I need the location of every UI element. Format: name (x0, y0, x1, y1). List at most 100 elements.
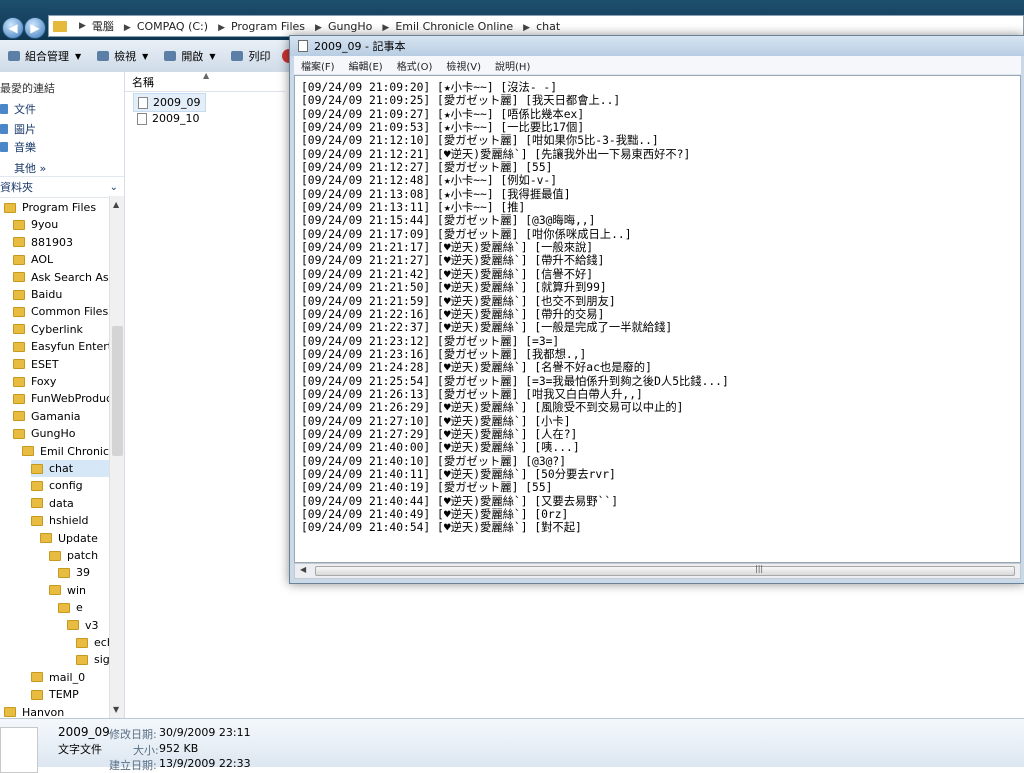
tree-item-folder[interactable]: Gamania (13, 408, 109, 425)
file-row[interactable]: 2009_10 (133, 110, 204, 127)
chat-line: [09/24/09 21:24:28] [♥逆天)愛麗絲`] [名譽不好ac也是… (301, 361, 652, 375)
tree-item-folder[interactable]: AOL (13, 251, 109, 268)
chat-line: [09/24/09 21:12:21] [♥逆天)愛麗絲`] [先讓我外出一下易… (301, 147, 691, 161)
tree-item-folder[interactable]: Update (40, 530, 109, 547)
scroll-left-arrow-icon[interactable]: ◀ (300, 565, 306, 574)
tree-item-folder[interactable]: v3 (67, 617, 109, 634)
tree-item-label: chat (49, 462, 74, 475)
views-icon (97, 51, 110, 61)
tree-item-folder[interactable]: FunWebProducts (13, 390, 109, 407)
chevron-right-icon[interactable]: ▶ (523, 23, 530, 33)
tree-item-folder[interactable]: patch (49, 547, 109, 564)
scroll-up-arrow-icon[interactable]: ▲ (113, 200, 119, 209)
folder-icon (13, 428, 25, 439)
chevron-right-icon: ▶ (79, 21, 86, 31)
menu-item[interactable]: 檔案(F) (294, 58, 342, 73)
chevron-right-icon[interactable]: ▶ (124, 23, 131, 33)
tree-item-label: config (49, 479, 83, 493)
tree-item-folder[interactable]: mail_0 (31, 669, 109, 686)
tree-item-folder[interactable]: sign_ (76, 651, 109, 668)
folder-icon (13, 341, 25, 352)
folder-icon (53, 20, 67, 32)
tree-item-label: Gamania (31, 409, 81, 423)
folder-icon (4, 202, 16, 213)
tree-item-folder[interactable]: win (49, 582, 109, 599)
music-icon (0, 142, 8, 152)
tree-item-folder[interactable]: 9you (13, 216, 109, 233)
forward-arrow-icon[interactable]: ▶ (24, 17, 46, 39)
print-button[interactable]: 列印 (223, 40, 278, 72)
tree-item-folder[interactable]: GungHo (13, 425, 109, 442)
tree-item-folder[interactable]: Common Files (13, 303, 109, 320)
folder-icon (13, 219, 25, 230)
tree-item-folder[interactable]: chat (31, 460, 109, 477)
notepad-title-bar[interactable]: 2009_09 - 記事本 (290, 36, 1024, 56)
tree-item-label: Ask Search Assistant (31, 270, 109, 284)
folder-icon (13, 359, 25, 370)
tree-item-label: echo (94, 636, 109, 649)
more-link[interactable]: 其他 » (14, 160, 46, 176)
tree-item-folder[interactable]: hshield (31, 512, 109, 529)
tree-item-folder[interactable]: Hanvon (4, 704, 109, 718)
chat-line: [09/24/09 21:40:00] [♥逆天)愛麗絲`] [咦...] (301, 441, 580, 455)
tree-item-folder[interactable]: Program Files (4, 199, 109, 216)
tree-item-label: TEMP (49, 688, 79, 702)
organize-button[interactable]: 組合管理 ▼ (0, 40, 89, 72)
tree-item-folder[interactable]: ESET (13, 356, 109, 373)
breadcrumb-item[interactable]: 電腦 (92, 20, 114, 33)
tree-item-label: win (67, 583, 87, 597)
breadcrumb-item[interactable]: Emil Chronicle Online (395, 20, 513, 33)
folders-section-header[interactable]: 資料夾 ⌄ (0, 176, 124, 198)
chevron-right-icon[interactable]: ▶ (315, 23, 322, 33)
menu-item[interactable]: 編輯(E) (342, 58, 390, 73)
breadcrumb-item[interactable]: chat (536, 20, 560, 33)
menu-item[interactable]: 檢視(V) (439, 58, 488, 73)
chat-line: [09/24/09 21:23:12] [愛ガゼット麗] [=3=] (301, 334, 560, 348)
tree-item-label: 39 (76, 566, 90, 580)
tree-item-folder[interactable]: Baidu (13, 286, 109, 303)
tree-item-label: patch (67, 549, 99, 562)
navigation-scrollbar[interactable]: ▲ ▼ (109, 196, 124, 718)
tree-item-folder[interactable]: Emil Chronicle Online (22, 443, 109, 460)
organize-label: 組合管理 (25, 50, 69, 63)
tree-item-folder[interactable]: config (31, 477, 109, 494)
notepad-window[interactable]: 2009_09 - 記事本 檔案(F) 編輯(E) 格式(O) 檢視(V) 說明(H) … (289, 35, 1024, 584)
folder-icon (40, 533, 52, 544)
folder-icon (13, 324, 25, 335)
chat-line: [09/24/09 21:26:13] [愛ガゼット麗] [咁我又白白帶人升,,… (301, 387, 643, 401)
tree-item-label: Emil Chronicle Online (40, 444, 109, 458)
tree-item-folder[interactable]: echo (76, 634, 109, 651)
back-arrow-icon[interactable]: ◀ (2, 17, 24, 39)
tree-item-folder[interactable]: TEMP (31, 686, 109, 703)
menu-item[interactable]: 說明(H) (488, 58, 537, 73)
scrollbar-thumb[interactable] (112, 326, 123, 456)
tree-item-folder[interactable]: 39 (58, 564, 109, 581)
scrollbar-thumb[interactable] (315, 566, 1015, 576)
column-header-name[interactable]: 名稱 ▲ (125, 71, 285, 92)
tree-item-folder[interactable]: Easyfun Entertainment (13, 338, 109, 355)
address-input[interactable]: ▶ 電腦 ▶ COMPAQ (C:) ▶ Program Files ▶ GungHo ▶ Em… (48, 15, 1024, 37)
open-button[interactable]: 開啟 ▼ (156, 40, 223, 72)
horizontal-scrollbar[interactable]: ◀ ||| (294, 563, 1021, 579)
favorite-link-pictures[interactable]: 圖片 (0, 121, 36, 137)
breadcrumb-item[interactable]: COMPAQ (C:) (137, 20, 208, 33)
notepad-text-area[interactable]: [09/24/09 21:09:20] [★小卡~~] [沒法- -] [09/2… (294, 75, 1021, 563)
favorite-link-documents[interactable]: 文件 (0, 101, 36, 117)
tree-item-folder[interactable]: data (31, 495, 109, 512)
menu-item[interactable]: 格式(O) (390, 58, 440, 73)
chat-line: [09/24/09 21:26:29] [♥逆天)愛麗絲`] [風險受不到交易可… (301, 401, 684, 415)
tree-item-folder[interactable]: Cyberlink (13, 321, 109, 338)
chevron-down-icon: ▼ (142, 51, 149, 61)
breadcrumb-item[interactable]: Program Files (231, 20, 305, 33)
tree-item-label: AOL (31, 253, 54, 267)
favorite-link-music[interactable]: 音樂 (0, 139, 36, 155)
chevron-right-icon[interactable]: ▶ (382, 23, 389, 33)
tree-item-folder[interactable]: Foxy (13, 373, 109, 390)
tree-item-folder[interactable]: Ask Search Assistant (13, 269, 109, 286)
tree-item-folder[interactable]: e (58, 599, 109, 616)
views-button[interactable]: 檢視 ▼ (89, 40, 156, 72)
scroll-down-arrow-icon[interactable]: ▼ (113, 705, 119, 714)
breadcrumb-item[interactable]: GungHo (328, 20, 372, 33)
chevron-right-icon[interactable]: ▶ (218, 23, 225, 33)
tree-item-folder[interactable]: 881903 (13, 234, 109, 251)
